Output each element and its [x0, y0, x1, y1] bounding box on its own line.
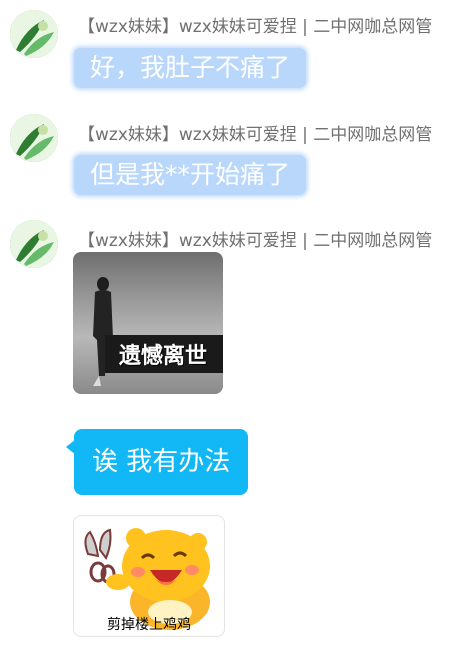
sender-name: 【wzx妹妹】wzx妹妹可爱捏 | 二中网咖总网管 [78, 17, 433, 37]
message-bubble[interactable]: 好，我肚子不痛了 [74, 48, 307, 88]
qq-sticker[interactable]: 剪掉楼上鸡鸡 [73, 515, 225, 637]
bubble-tail [66, 439, 76, 455]
message-bubble[interactable]: 但是我**开始痛了 [74, 155, 307, 195]
avatar[interactable] [10, 114, 58, 162]
avatar[interactable] [10, 10, 58, 58]
sender-name: 【wzx妹妹】wzx妹妹可爱捏 | 二中网咖总网管 [78, 125, 433, 145]
avatar[interactable] [10, 220, 58, 268]
sticker-caption: 剪掉楼上鸡鸡 [107, 617, 191, 633]
sticker-image[interactable]: 遗憾离世 [73, 252, 223, 394]
plant-avatar-icon [10, 220, 58, 268]
plant-avatar-icon [10, 114, 58, 162]
chat-window: 【wzx妹妹】wzx妹妹可爱捏 | 二中网咖总网管 好，我肚子不痛了 【wzx妹… [0, 0, 470, 656]
plant-avatar-icon [10, 10, 58, 58]
sticker-caption: 遗憾离世 [119, 344, 208, 369]
sender-name: 【wzx妹妹】wzx妹妹可爱捏 | 二中网咖总网管 [78, 231, 433, 251]
reply-text: 诶 我有办法 [92, 447, 231, 477]
reply-bubble[interactable]: 诶 我有办法 [66, 429, 249, 495]
